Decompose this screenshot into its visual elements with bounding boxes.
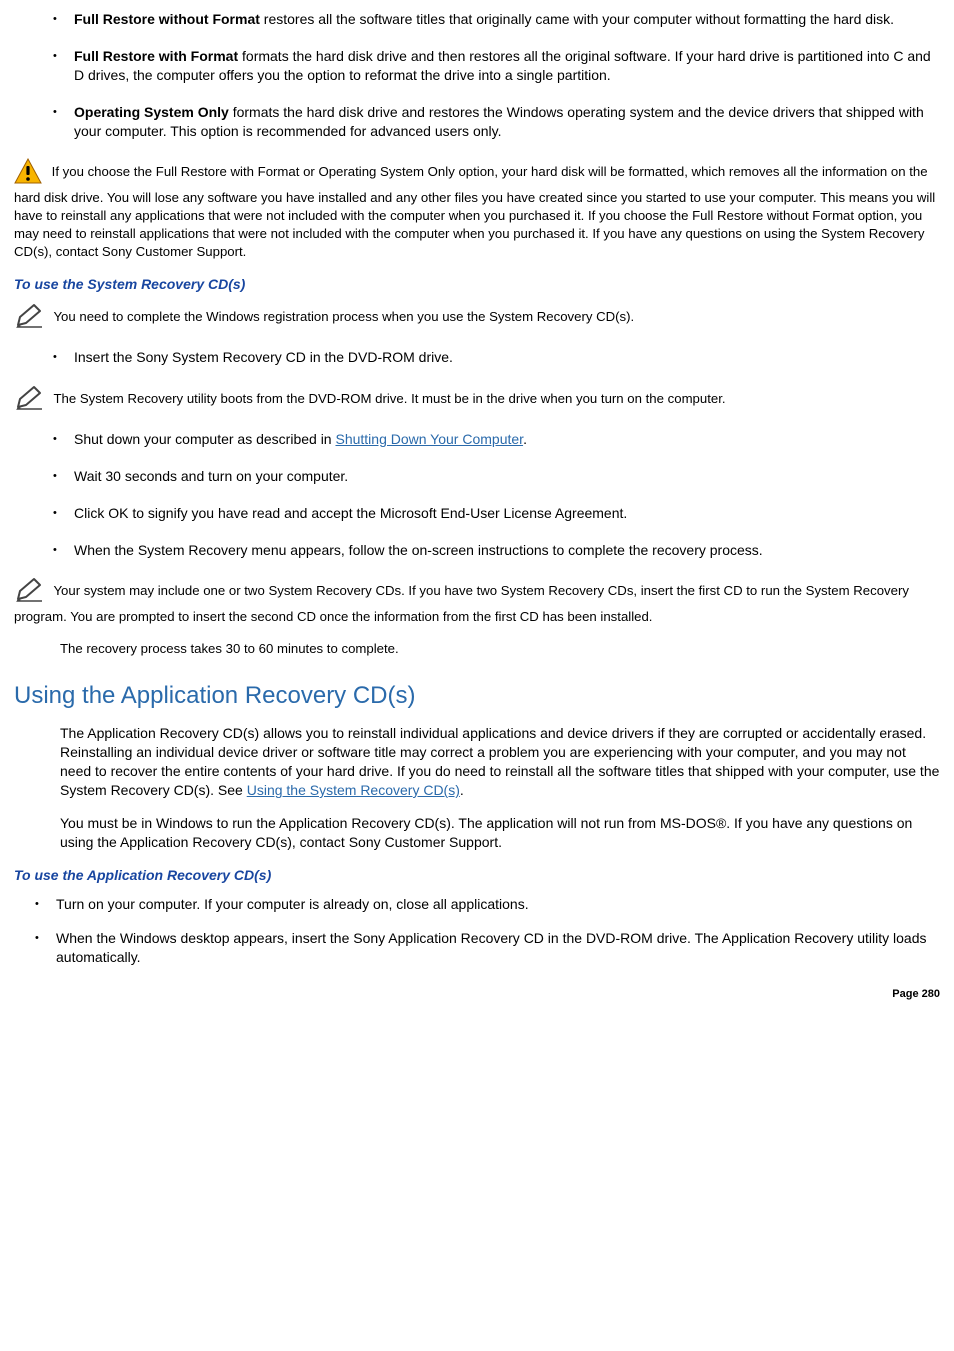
warning-text: If you choose the Full Restore with Form… [14, 164, 935, 258]
note-registration: You need to complete the Windows registr… [14, 303, 940, 334]
list-item: Shut down your computer as described in … [58, 430, 940, 449]
note-text: You need to complete the Windows registr… [53, 309, 634, 324]
step-text: Shut down your computer as described in [74, 431, 335, 447]
steps-list-2: Shut down your computer as described in … [14, 430, 940, 560]
option-title: Full Restore with Format [74, 48, 238, 64]
step-text-post: . [523, 431, 527, 447]
list-item: Wait 30 seconds and turn on your compute… [58, 467, 940, 486]
subheading-app-recovery: To use the Application Recovery CD(s) [14, 866, 940, 885]
note-text: Your system may include one or two Syste… [14, 583, 909, 624]
pencil-note-icon [14, 577, 44, 608]
list-item: When the Windows desktop appears, insert… [40, 929, 940, 967]
p1-pre: The Application Recovery CD(s) allows yo… [60, 725, 939, 798]
option-desc: restores all the software titles that or… [260, 11, 894, 27]
list-item: Full Restore without Format restores all… [58, 10, 940, 29]
step-text: When the System Recovery menu appears, f… [74, 542, 763, 558]
link-shutting-down[interactable]: Shutting Down Your Computer [335, 431, 523, 447]
note-boot: The System Recovery utility boots from t… [14, 385, 940, 416]
note-two-cds: Your system may include one or two Syste… [14, 577, 940, 626]
step-text: Wait 30 seconds and turn on your compute… [74, 468, 348, 484]
option-title: Full Restore without Format [74, 11, 260, 27]
pencil-note-icon [14, 385, 44, 416]
warning-note: If you choose the Full Restore with Form… [14, 158, 940, 260]
list-item: Full Restore with Format formats the har… [58, 47, 940, 85]
list-item: When the System Recovery menu appears, f… [58, 541, 940, 560]
step-text: When the Windows desktop appears, insert… [56, 930, 926, 965]
option-title: Operating System Only [74, 104, 229, 120]
subheading-system-recovery: To use the System Recovery CD(s) [14, 275, 940, 294]
list-item: Operating System Only formats the hard d… [58, 103, 940, 141]
step-text: Click OK to signify you have read and ac… [74, 505, 627, 521]
warning-icon [14, 158, 42, 189]
page-number: Page 280 [14, 987, 940, 1002]
recovery-time-text: The recovery process takes 30 to 60 minu… [60, 640, 940, 658]
recovery-options-list: Full Restore without Format restores all… [14, 10, 940, 140]
app-recovery-p1: The Application Recovery CD(s) allows yo… [60, 724, 940, 800]
step-text: Insert the Sony System Recovery CD in th… [74, 349, 453, 365]
list-item: Insert the Sony System Recovery CD in th… [58, 348, 940, 367]
app-recovery-p2: You must be in Windows to run the Applic… [60, 814, 940, 852]
pencil-note-icon [14, 303, 44, 334]
app-steps-list: Turn on your computer. If your computer … [14, 895, 940, 968]
link-using-system-recovery[interactable]: Using the System Recovery CD(s) [247, 782, 460, 798]
list-item: Click OK to signify you have read and ac… [58, 504, 940, 523]
steps-list-1: Insert the Sony System Recovery CD in th… [14, 348, 940, 367]
heading-app-recovery: Using the Application Recovery CD(s) [14, 680, 940, 712]
list-item: Turn on your computer. If your computer … [40, 895, 940, 914]
p1-post: . [460, 782, 464, 798]
step-text: Turn on your computer. If your computer … [56, 896, 529, 912]
note-text: The System Recovery utility boots from t… [53, 391, 725, 406]
